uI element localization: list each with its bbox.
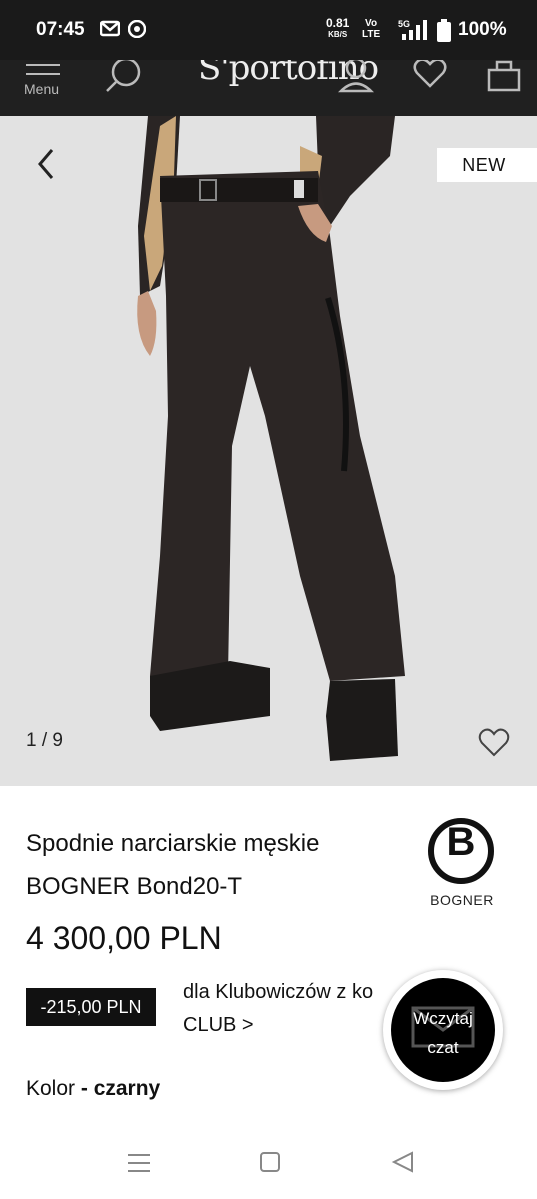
chat-label-line1: Wczytaj: [413, 1009, 473, 1028]
status-bar: 07:45 0.81 KB/S Vo LTE 5G 100%: [0, 0, 537, 60]
search-icon[interactable]: [104, 60, 144, 94]
user-icon[interactable]: [338, 60, 374, 94]
cart-icon[interactable]: [486, 60, 522, 94]
site-header: Menu S'portofino: [0, 60, 537, 116]
club-text-line1: dla Klubowiczów z ko: [183, 981, 374, 1003]
network-speed: 0.81 KB/S: [326, 16, 350, 39]
signal-icon: 5G: [398, 19, 427, 40]
home-icon[interactable]: [253, 1148, 287, 1178]
product-gallery[interactable]: NEW 1 / 9: [0, 116, 537, 786]
chat-label-line2: czat: [427, 1038, 459, 1057]
menu-button[interactable]: Menu: [24, 60, 64, 116]
product-image: [137, 116, 405, 761]
volte-indicator: Vo LTE: [362, 18, 381, 40]
status-time: 07:45: [36, 19, 85, 40]
product-price: 4 300,00 PLN: [26, 920, 222, 956]
image-counter: 1 / 9: [26, 730, 63, 751]
brand-name: BOGNER: [430, 892, 494, 908]
chrome-icon: [128, 20, 146, 38]
battery-percent: 100%: [458, 19, 507, 40]
load-chat-button[interactable]: Wczytaj czat: [383, 970, 503, 1090]
club-info-link[interactable]: dla Klubowiczów z ko CLUB >: [183, 976, 413, 1042]
system-nav-bar: [0, 1130, 537, 1199]
color-row: Kolor - czarny: [26, 1077, 160, 1101]
new-badge: NEW: [437, 148, 537, 182]
club-text-line2: CLUB >: [183, 1014, 254, 1036]
menu-label: Menu: [24, 81, 60, 97]
favorite-heart-icon[interactable]: [478, 728, 510, 758]
back-nav-icon[interactable]: [386, 1148, 420, 1178]
battery-icon: [437, 19, 451, 42]
network-type: 5G: [398, 19, 410, 29]
product-title: Spodnie narciarskie męskie BOGNER Bond20…: [26, 830, 320, 900]
back-arrow-icon[interactable]: [32, 146, 62, 182]
brand-logo[interactable]: B BOGNER: [424, 818, 500, 914]
club-discount-badge: -215,00 PLN: [26, 988, 156, 1026]
color-value: - czarny: [80, 1077, 161, 1100]
color-label: Kolor: [26, 1077, 76, 1100]
wishlist-icon[interactable]: [412, 60, 448, 94]
gmail-icon: [100, 20, 120, 37]
menu-icon: [26, 64, 60, 66]
recent-apps-icon[interactable]: [122, 1148, 156, 1178]
brand-logo-letter: B: [446, 820, 476, 864]
